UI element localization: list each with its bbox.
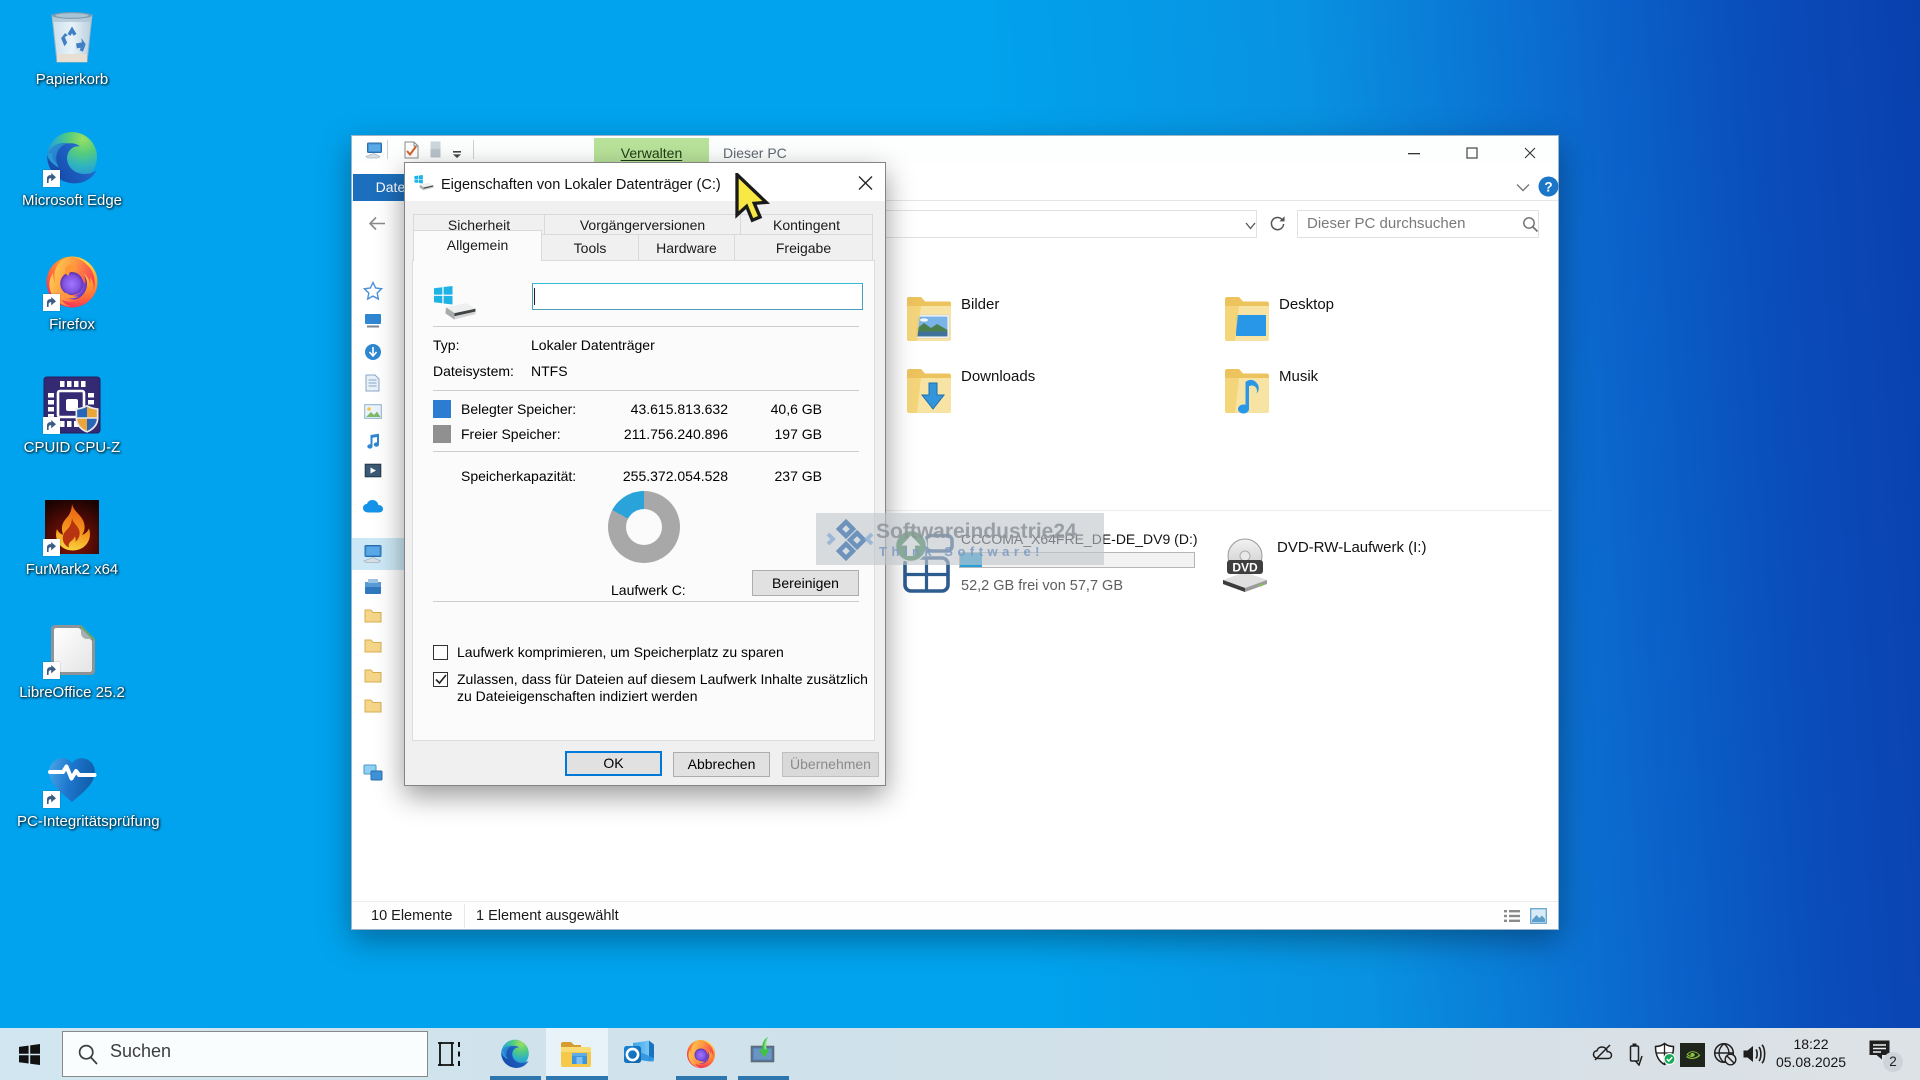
svg-text:DVD: DVD bbox=[1232, 561, 1258, 575]
svg-text:?: ? bbox=[1544, 179, 1552, 194]
